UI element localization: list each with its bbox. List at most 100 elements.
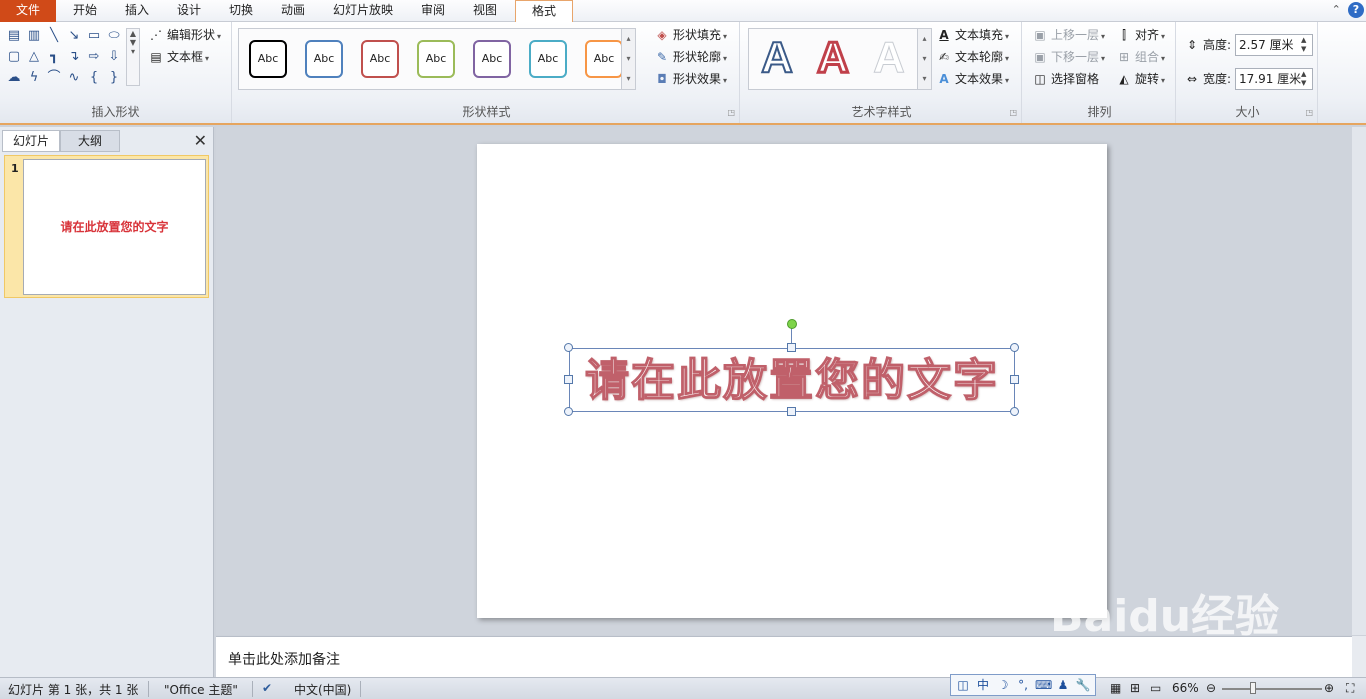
half-width-icon[interactable]: ☽ <box>995 677 1011 693</box>
text-outline-button[interactable]: ✍ 文本轮廓 ▾ <box>936 47 1009 67</box>
resize-handle-left[interactable] <box>564 375 573 384</box>
tab-outline[interactable]: 大纲 <box>60 130 120 152</box>
resize-handle-top-right[interactable] <box>1010 343 1019 352</box>
wordart-text[interactable]: 请在此放置您的文字 <box>570 351 1014 411</box>
tab-review[interactable]: 审阅 <box>408 0 458 22</box>
rectangle-shape-icon[interactable]: ▭ <box>86 28 102 44</box>
rotation-handle[interactable] <box>787 319 797 329</box>
curve-shape-icon[interactable]: ∿ <box>66 70 82 86</box>
slide-canvas[interactable]: 请在此放置您的文字 <box>477 144 1107 618</box>
zoom-level[interactable]: 66% <box>1172 681 1199 695</box>
wordart-style-sample[interactable]: A <box>753 32 801 83</box>
rounded-rect-shape-icon[interactable]: ▢ <box>6 49 22 65</box>
user-icon[interactable]: ♟ <box>1055 677 1071 693</box>
left-brace-shape-icon[interactable]: { <box>86 70 102 86</box>
text-box-button[interactable]: ▤ 文本框 ▾ <box>148 47 209 67</box>
edit-shape-button[interactable]: ⋰ 编辑形状 ▾ <box>148 25 221 45</box>
tab-format[interactable]: 格式 <box>515 0 573 23</box>
width-spinner-icon[interactable]: ▲ ▼ <box>1301 70 1311 88</box>
wordart-textbox[interactable]: 请在此放置您的文字 <box>569 348 1015 412</box>
text-fill-button[interactable]: A 文本填充 ▾ <box>936 25 1009 45</box>
elbow-arrow-shape-icon[interactable]: ↴ <box>66 49 82 65</box>
arc-shape-icon[interactable]: ⌒ <box>46 70 62 86</box>
slide-thumbnail-selected[interactable]: 1 请在此放置您的文字 <box>4 155 209 298</box>
tab-insert[interactable]: 插入 <box>112 0 162 22</box>
line-shape-icon[interactable]: ╲ <box>46 28 62 44</box>
notes-pane[interactable]: 单击此处添加备注 <box>216 636 1352 677</box>
tab-animations[interactable]: 动画 <box>268 0 318 22</box>
resize-handle-top-left[interactable] <box>564 343 573 352</box>
help-icon[interactable]: ? <box>1348 2 1364 18</box>
tab-home[interactable]: 开始 <box>60 0 110 22</box>
tab-view[interactable]: 视图 <box>460 0 510 22</box>
resize-handle-right[interactable] <box>1010 375 1019 384</box>
selection-pane-button[interactable]: ◫ 选择窗格 <box>1032 69 1099 89</box>
language-indicator[interactable]: 中文(中国) <box>294 681 351 698</box>
ime-mode[interactable]: 中 <box>975 677 991 693</box>
resize-handle-bottom[interactable] <box>787 407 796 416</box>
group-button[interactable]: ⊞ 组合 ▾ <box>1116 47 1165 67</box>
triangle-shape-icon[interactable]: △ <box>26 49 42 65</box>
bring-forward-button[interactable]: ▣ 上移一层 ▾ <box>1032 25 1105 45</box>
shape-fill-button[interactable]: ◈ 形状填充 ▾ <box>654 25 727 45</box>
shape-style-swatch[interactable]: Abc <box>361 40 399 78</box>
resize-handle-bottom-left[interactable] <box>564 407 573 416</box>
right-brace-shape-icon[interactable]: } <box>106 70 122 86</box>
spell-check-icon[interactable]: ✔ <box>262 681 272 695</box>
elbow-connector-shape-icon[interactable]: ┓ <box>46 49 62 65</box>
dialog-launcher-icon[interactable]: ◳ <box>1305 108 1313 117</box>
ime-logo-icon[interactable]: ◫ <box>955 677 971 693</box>
wordart-style-sample[interactable]: A <box>809 32 857 84</box>
zoom-out-icon[interactable]: ⊖ <box>1206 681 1216 695</box>
vertical-scrollbar[interactable] <box>1352 127 1366 635</box>
tab-transitions[interactable]: 切换 <box>216 0 266 22</box>
wordart-style-sample[interactable]: A <box>865 33 913 83</box>
settings-wrench-icon[interactable]: 🔧 <box>1075 677 1091 693</box>
tab-design[interactable]: 设计 <box>164 0 214 22</box>
resize-handle-top[interactable] <box>787 343 796 352</box>
down-arrow-shape-icon[interactable]: ⇩ <box>106 49 122 65</box>
slide-sorter-icon[interactable]: ⊞ <box>1130 681 1140 695</box>
fit-to-window-icon[interactable]: ⛶ <box>1346 681 1354 696</box>
arrow-line-shape-icon[interactable]: ↘ <box>66 28 82 44</box>
shape-style-gallery-scroll[interactable]: ▴ ▾ ▾ <box>621 29 635 89</box>
shape-outline-button[interactable]: ✎ 形状轮廓 ▾ <box>654 47 727 67</box>
oval-shape-icon[interactable]: ⬭ <box>106 28 122 44</box>
theme-name[interactable]: "Office 主题" <box>164 681 238 698</box>
height-spinner-icon[interactable]: ▲ ▼ <box>1301 36 1311 54</box>
close-icon[interactable]: ✕ <box>194 131 207 150</box>
wordart-gallery-scroll[interactable]: ▴ ▾ ▾ <box>917 29 931 89</box>
tab-slides[interactable]: 幻灯片 <box>2 130 60 152</box>
align-button[interactable]: ⫿ 对齐 ▾ <box>1116 25 1165 45</box>
shape-gallery-more-icon[interactable]: ▲ ▼ ▾ <box>126 28 140 86</box>
send-backward-button[interactable]: ▣ 下移一层 ▾ <box>1032 47 1105 67</box>
height-input[interactable]: 2.57 厘米 ▲ ▼ <box>1235 34 1313 56</box>
shape-style-swatch[interactable]: Abc <box>473 40 511 78</box>
shape-style-swatch[interactable]: Abc <box>305 40 343 78</box>
reading-view-icon[interactable]: ▭ <box>1150 681 1161 695</box>
zoom-slider[interactable] <box>1222 682 1322 694</box>
right-arrow-shape-icon[interactable]: ⇨ <box>86 49 102 65</box>
textbox-shape-icon[interactable]: ▤ <box>6 28 22 44</box>
slide-thumbnail[interactable]: 请在此放置您的文字 <box>23 159 206 295</box>
normal-view-icon[interactable]: ▦ <box>1110 681 1121 695</box>
dialog-launcher-icon[interactable]: ◳ <box>727 108 735 117</box>
shape-effects-button[interactable]: ◘ 形状效果 ▾ <box>654 69 727 89</box>
collapse-ribbon-icon[interactable]: ⌃ <box>1328 2 1344 18</box>
notes-scrollbar[interactable] <box>1352 636 1366 677</box>
cloud-shape-icon[interactable]: ☁ <box>6 70 22 86</box>
zoom-in-icon[interactable]: ⊕ <box>1324 681 1334 695</box>
tab-slideshow[interactable]: 幻灯片放映 <box>322 0 404 22</box>
zoom-slider-thumb[interactable] <box>1250 682 1257 694</box>
shape-style-swatch[interactable]: Abc <box>529 40 567 78</box>
shape-style-swatch[interactable]: Abc <box>585 40 623 78</box>
width-input[interactable]: 17.91 厘米 ▲ ▼ <box>1235 68 1313 90</box>
text-effects-button[interactable]: A 文本效果 ▾ <box>936 69 1009 89</box>
dialog-launcher-icon[interactable]: ◳ <box>1009 108 1017 117</box>
vertical-textbox-shape-icon[interactable]: ▥ <box>26 28 42 44</box>
tab-file[interactable]: 文件 <box>0 0 56 22</box>
punctuation-icon[interactable]: °, <box>1015 677 1031 693</box>
shape-style-swatch[interactable]: Abc <box>249 40 287 78</box>
shape-gallery[interactable]: ▤ ▥ ╲ ↘ ▭ ⬭ ▢ △ ┓ ↴ ⇨ ⇩ ☁ ϟ ⌒ ∿ { } <box>6 28 140 88</box>
resize-handle-bottom-right[interactable] <box>1010 407 1019 416</box>
